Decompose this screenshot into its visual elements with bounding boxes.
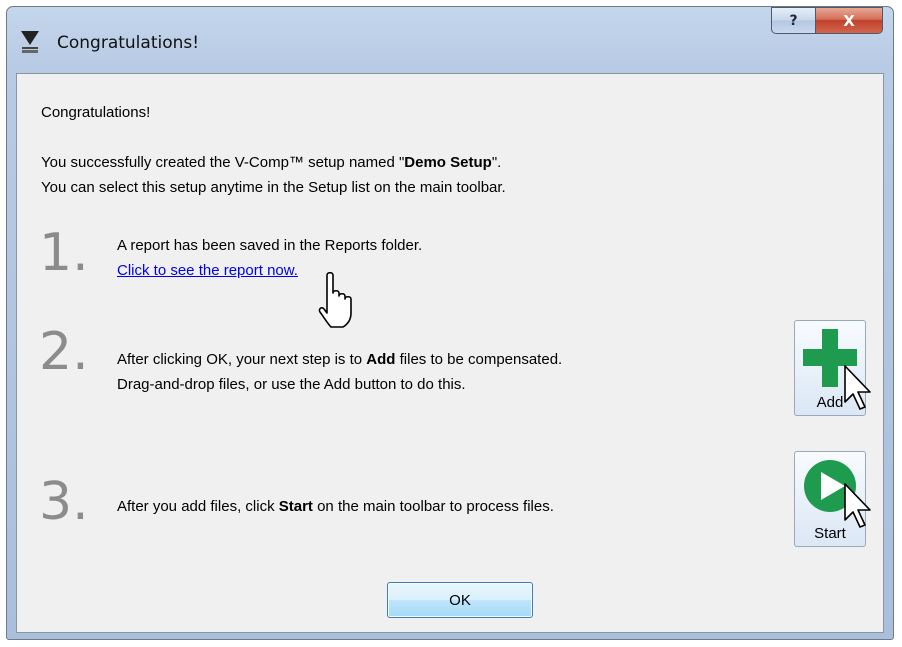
- see-report-link[interactable]: Click to see the report now.: [117, 262, 298, 279]
- help-icon: ?: [789, 12, 798, 29]
- start-button-label: Start: [814, 525, 846, 542]
- step-1-text: A report has been saved in the Reports f…: [117, 237, 423, 254]
- setup-name: Demo Setup: [404, 154, 492, 171]
- v-comp-app-icon: [19, 29, 41, 55]
- step-2-subtext: Drag-and-drop files, or use the Add butt…: [117, 376, 466, 393]
- message-line-1: You successfully created the V-Comp™ set…: [41, 154, 501, 171]
- step-2-text-end: files to be compensated.: [395, 351, 563, 368]
- message-line-1-start: You successfully created the V-Comp™ set…: [41, 154, 405, 171]
- step-3-text-start: After you add files, click: [117, 498, 279, 515]
- step-2-number: 2.: [39, 322, 89, 382]
- step-2-bold: Add: [366, 351, 396, 368]
- ok-button-label: OK: [449, 591, 471, 609]
- add-button-label: Add: [816, 394, 844, 411]
- green-plus-icon: [803, 329, 857, 387]
- step-3-number: 3.: [39, 472, 89, 532]
- message-heading: Congratulations!: [41, 104, 151, 121]
- step-2-text: After clicking OK, your next step is to …: [117, 351, 562, 368]
- ok-button[interactable]: OK: [387, 582, 533, 618]
- title-bar[interactable]: Congratulations! ? X: [7, 7, 893, 73]
- start-button[interactable]: Start: [794, 451, 866, 547]
- window-title: Congratulations!: [57, 33, 200, 53]
- message-line-1-end: ".: [491, 154, 502, 171]
- step-3-text: After you add files, click Start on the …: [117, 498, 554, 515]
- help-button[interactable]: ?: [771, 7, 815, 34]
- dialog-content: Congratulations! You successfully create…: [16, 73, 884, 633]
- add-button[interactable]: Add: [794, 320, 866, 416]
- close-icon: X: [843, 11, 855, 30]
- hand-pointer-icon: [318, 272, 352, 328]
- step-3-text-end: on the main toolbar to process files.: [312, 498, 554, 515]
- step-2-text-start: After clicking OK, your next step is to: [117, 351, 367, 368]
- message-line-2: You can select this setup anytime in the…: [41, 179, 506, 196]
- dialog-window: Congratulations! ? X Congratulations! Yo…: [6, 6, 894, 640]
- close-button[interactable]: X: [815, 7, 883, 34]
- step-1-number: 1.: [39, 223, 89, 283]
- caption-buttons: ? X: [771, 7, 883, 34]
- green-play-icon: [804, 460, 856, 512]
- step-3-bold: Start: [278, 498, 313, 515]
